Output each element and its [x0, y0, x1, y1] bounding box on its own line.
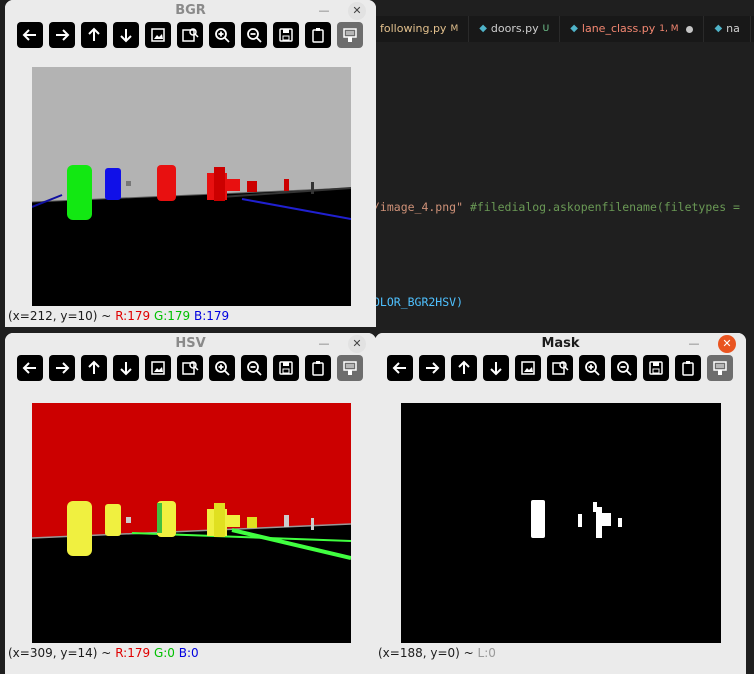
bgr-status-bar: (x=212, y=10) ~ R:179 G:179 B:179	[8, 309, 229, 323]
red-value: R:179	[115, 309, 151, 323]
editor-tab-bar: following.py M ◆ doors.py U ◆ lane_class…	[370, 16, 754, 42]
arrow-right-icon[interactable]	[419, 355, 445, 381]
red-value: R:179	[115, 646, 151, 660]
save-icon[interactable]	[643, 355, 669, 381]
cursor-position: (x=309, y=14) ~	[8, 646, 112, 660]
arrow-up-icon[interactable]	[451, 355, 477, 381]
code-constant: OLOR_BGR2HSV)	[373, 295, 464, 309]
minimize-icon[interactable]: —	[315, 335, 333, 353]
arrow-right-icon[interactable]	[49, 22, 75, 48]
arrow-left-icon[interactable]	[387, 355, 413, 381]
green-value: G:179	[153, 309, 191, 323]
tab-label: lane_class.py	[581, 22, 656, 35]
tab-doors[interactable]: ◆ doors.py U	[469, 16, 561, 42]
cursor-position: (x=188, y=0) ~	[378, 646, 474, 660]
zoom-in-icon[interactable]	[579, 355, 605, 381]
tab-following[interactable]: following.py M	[370, 16, 470, 42]
hsv-status-bar: (x=309, y=14) ~ R:179 G:0 B:0	[8, 646, 199, 660]
image-icon[interactable]	[145, 22, 171, 48]
python-file-icon: ◆	[570, 23, 578, 34]
code-line: OLOR_BGR2HSV)	[373, 295, 463, 309]
close-icon[interactable]: ✕	[718, 335, 736, 353]
luminance-value: L:0	[477, 646, 496, 660]
mask-toolbar	[375, 355, 733, 385]
arrow-left-icon[interactable]	[17, 22, 43, 48]
arrow-left-icon[interactable]	[17, 355, 43, 381]
mask-image[interactable]	[401, 403, 721, 643]
zoom-in-icon[interactable]	[209, 355, 235, 381]
image-icon[interactable]	[145, 355, 171, 381]
tab-label: doors.py	[490, 22, 539, 35]
arrow-down-icon[interactable]	[483, 355, 509, 381]
zoom-out-icon[interactable]	[241, 22, 267, 48]
code-string: /image_4.png"	[373, 200, 464, 214]
arrow-up-icon[interactable]	[81, 22, 107, 48]
cursor-position: (x=212, y=10) ~	[8, 309, 112, 323]
tab-badge: M	[450, 24, 459, 34]
minimize-icon[interactable]: —	[315, 2, 333, 20]
tab-badge: U	[542, 24, 550, 34]
code-line: /image_4.png" #filedialog.askopenfilenam…	[373, 200, 740, 214]
close-icon[interactable]: ✕	[348, 335, 366, 353]
hsv-image[interactable]	[32, 403, 351, 643]
close-icon[interactable]: ✕	[348, 2, 366, 20]
tab-label: na	[726, 22, 740, 35]
hsv-titlebar[interactable]: HSV — ✕	[5, 333, 376, 355]
zoom-out-icon[interactable]	[611, 355, 637, 381]
hsv-window: HSV — ✕ (x=309, y=14) ~ R:179 G:0 B:0	[5, 333, 376, 674]
hsv-toolbar	[5, 355, 363, 385]
image-search-icon[interactable]	[177, 22, 203, 48]
save-icon[interactable]	[273, 355, 299, 381]
arrow-down-icon[interactable]	[113, 22, 139, 48]
python-file-icon: ◆	[479, 23, 487, 34]
bgr-window: BGR — ✕ (x=212, y=10) ~ R:179 G:179 B:17…	[5, 0, 376, 327]
bgr-toolbar	[5, 22, 363, 52]
minimize-icon[interactable]: —	[685, 335, 703, 353]
properties-icon[interactable]	[337, 22, 363, 48]
unsaved-dot-icon	[686, 25, 694, 33]
arrow-up-icon[interactable]	[81, 355, 107, 381]
green-value: G:0	[153, 646, 175, 660]
blue-value: B:0	[178, 646, 199, 660]
zoom-out-icon[interactable]	[241, 355, 267, 381]
tab-na[interactable]: ◆ na	[704, 16, 751, 42]
bgr-titlebar[interactable]: BGR — ✕	[5, 0, 376, 22]
mask-status-bar: (x=188, y=0) ~ L:0	[378, 646, 496, 660]
python-file-icon: ◆	[714, 23, 723, 34]
blue-value: B:179	[194, 309, 230, 323]
tab-badge: 1, M	[659, 24, 679, 34]
code-comment: #filedialog.askopenfilename(filetypes =	[463, 200, 740, 214]
bgr-image[interactable]	[32, 67, 351, 306]
properties-icon[interactable]	[707, 355, 733, 381]
tab-label: following.py	[380, 22, 447, 35]
clipboard-icon[interactable]	[305, 22, 331, 48]
image-search-icon[interactable]	[177, 355, 203, 381]
arrow-right-icon[interactable]	[49, 355, 75, 381]
tab-lane-class[interactable]: ◆ lane_class.py 1, M	[560, 16, 705, 42]
clipboard-icon[interactable]	[675, 355, 701, 381]
arrow-down-icon[interactable]	[113, 355, 139, 381]
clipboard-icon[interactable]	[305, 355, 331, 381]
properties-icon[interactable]	[337, 355, 363, 381]
image-icon[interactable]	[515, 355, 541, 381]
mask-titlebar[interactable]: Mask — ✕	[375, 333, 746, 355]
save-icon[interactable]	[273, 22, 299, 48]
image-search-icon[interactable]	[547, 355, 573, 381]
zoom-in-icon[interactable]	[209, 22, 235, 48]
mask-window: Mask — ✕ (x=188, y=0) ~ L:0	[375, 333, 746, 674]
